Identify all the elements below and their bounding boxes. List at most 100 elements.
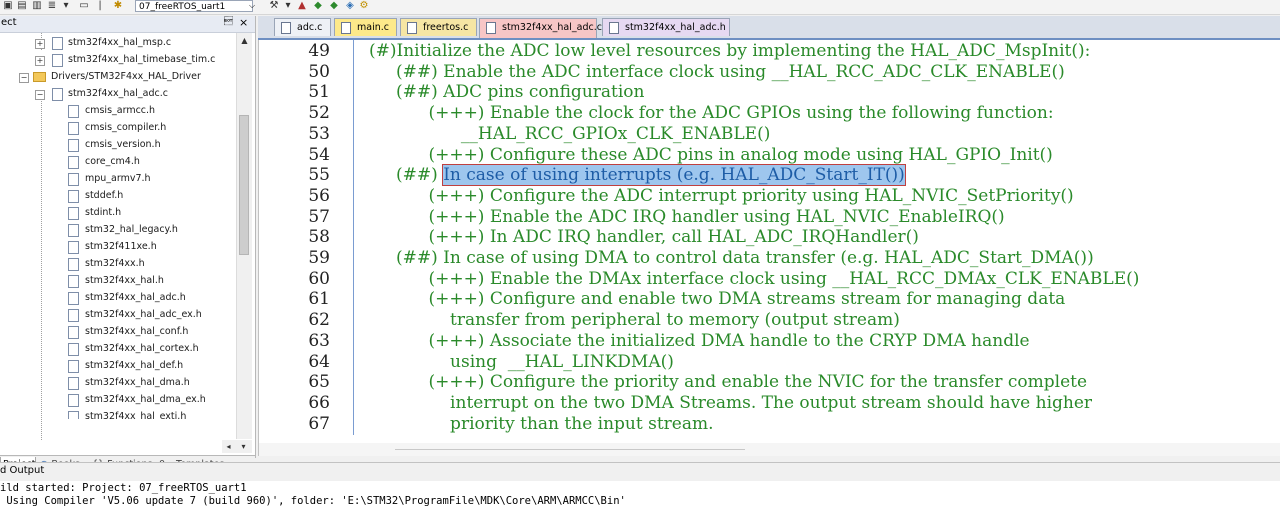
tree-item-file[interactable]: + stm32f4xx_hal_timebase_tim.c — [0, 52, 236, 69]
editor-horizontal-scrollbar[interactable] — [259, 443, 1280, 456]
h-file-icon — [68, 343, 79, 356]
tree-item-header[interactable]: stm32f4xx_hal_cortex.h — [0, 341, 236, 358]
code-line: using __HAL_LINKDMA() — [369, 351, 674, 372]
pack-installer-icon[interactable]: ◆ — [312, 1, 324, 11]
line-number: 66 — [308, 392, 330, 413]
tree-item-label: stm32f4xx_hal_cortex.h — [85, 343, 199, 354]
line-number: 63 — [308, 330, 330, 351]
tree-item-header[interactable]: cmsis_version.h — [0, 137, 236, 154]
h-file-icon — [68, 105, 79, 118]
line-number: 53 — [308, 123, 330, 144]
code-editor[interactable]: 49 50 51 52 53 54 55 56 57 58 59 60 61 6… — [258, 40, 1280, 456]
tree-item-folder[interactable]: − Drivers/STM32F4xx_HAL_Driver — [0, 69, 236, 86]
tree-item-label: cmsis_compiler.h — [85, 122, 167, 133]
scroll-left-icon[interactable]: ◂ — [222, 440, 235, 453]
target-select[interactable]: 07_freeRTOS_uart1 — [135, 0, 253, 12]
tree-item-header[interactable]: cmsis_compiler.h — [0, 120, 236, 137]
expand-icon[interactable]: + — [35, 39, 45, 49]
h-file-icon — [68, 190, 79, 203]
line-number: 67 — [308, 413, 330, 434]
tree-item-header[interactable]: stm32f4xx_hal_conf.h — [0, 324, 236, 341]
line-number: 51 — [308, 82, 330, 103]
tab-main-c[interactable]: main.c — [334, 18, 397, 36]
h-file-icon — [609, 22, 619, 34]
c-file-icon — [281, 22, 291, 34]
tree-item-label: stm32f4xx_hal_def.h — [85, 360, 184, 371]
tree-item-header[interactable]: stm32f4xx_hal_dma.h — [0, 375, 236, 392]
c-file-icon — [407, 22, 417, 34]
h-file-icon — [68, 275, 79, 288]
tree-item-header[interactable]: stm32f4xx_hal_exti.h — [0, 409, 236, 419]
batch-build-icon[interactable]: ▣ — [2, 1, 14, 11]
selected-text[interactable]: In case of using interrupts (e.g. HAL_AD… — [442, 164, 906, 187]
window-icon[interactable]: ▭ — [78, 1, 90, 11]
tree-item-header[interactable]: cmsis_armcc.h — [0, 103, 236, 120]
tree-item-label: stm32f4xx_hal.h — [85, 275, 164, 286]
download-icon[interactable]: ▤ — [16, 1, 28, 11]
line-number: 65 — [308, 372, 330, 393]
line-number: 64 — [308, 351, 330, 372]
tree-item-header[interactable]: core_cm4.h — [0, 154, 236, 171]
expand-icon[interactable]: + — [35, 56, 45, 66]
code-line: __HAL_RCC_GPIOx_CLK_ENABLE() — [369, 123, 771, 144]
tree-item-header[interactable]: stm32f4xx_hal_def.h — [0, 358, 236, 375]
tree-item-file[interactable]: − stm32f4xx_hal_adc.c — [0, 86, 236, 103]
tree-item-header[interactable]: stm32f4xx_hal_dma_ex.h — [0, 392, 236, 409]
tree-item-header[interactable]: stm32_hal_legacy.h — [0, 222, 236, 239]
collapse-icon[interactable]: − — [35, 90, 45, 100]
tree-vertical-scrollbar[interactable]: ▲ — [236, 33, 252, 439]
tab-label: adc.c — [297, 22, 323, 33]
scroll-up-icon[interactable]: ▲ — [238, 34, 251, 47]
select-packs-icon[interactable]: ◆ — [328, 1, 340, 11]
tab-stm32f4xx-hal-adc-h[interactable]: stm32f4xx_hal_adc.h — [602, 18, 730, 36]
h-file-icon — [68, 224, 79, 237]
tree-item-header[interactable]: stm32f4xx_hal.h — [0, 273, 236, 290]
tree-item-header[interactable]: stm32f4xx.h — [0, 256, 236, 273]
components-icon[interactable]: ◈ — [344, 1, 356, 11]
tree-item-header[interactable]: stm32f411xe.h — [0, 239, 236, 256]
output-panel-title: d Output — [0, 465, 45, 476]
tree-item-header[interactable]: stm32f4xx_hal_adc_ex.h — [0, 307, 236, 324]
code-line: (+++) Configure the ADC interrupt priori… — [369, 185, 1074, 206]
h-file-icon — [68, 377, 79, 390]
chevron-down-icon[interactable]: ⌵ — [246, 0, 258, 12]
h-file-icon — [68, 326, 79, 339]
stack-icon[interactable]: ≣ — [46, 1, 58, 11]
code-line: (##) Enable the ADC interface clock usin… — [369, 61, 1065, 82]
close-icon[interactable]: × — [239, 16, 248, 29]
tree-item-header[interactable]: stm32f4xx_hal_adc.h — [0, 290, 236, 307]
dropdown-icon[interactable]: ▾ — [60, 1, 72, 11]
project-panel-header: ect  × — [0, 16, 255, 33]
tree-item-label: stm32f4xx_hal_conf.h — [85, 326, 189, 337]
scroll-down-icon[interactable]: ▾ — [237, 440, 250, 453]
wand-icon[interactable]: ⚒ — [268, 1, 280, 11]
dropdown-icon[interactable]: ▾ — [282, 1, 294, 11]
tree-item-header[interactable]: stddef.h — [0, 188, 236, 205]
tree-item-header[interactable]: stdint.h — [0, 205, 236, 222]
code-line: (+++) Configure and enable two DMA strea… — [369, 289, 1066, 310]
code-line: (+++) Associate the initialized DMA hand… — [369, 330, 1030, 351]
tab-label: stm32f4xx_hal_adc.h — [625, 22, 726, 33]
tree-item-label: stm32f4xx_hal_timebase_tim.c — [68, 54, 216, 65]
line-number: 50 — [308, 61, 330, 82]
output-line: ild started: Project: 07_freeRTOS_uart1 — [0, 482, 247, 494]
tree-item-header[interactable]: mpu_armv7.h — [0, 171, 236, 188]
code-line: (+++) Enable the clock for the ADC GPIOs… — [369, 103, 1054, 124]
manage-icon[interactable]: ▲ — [296, 1, 308, 11]
build-output[interactable]: ild started: Project: 07_freeRTOS_uart1 … — [0, 481, 1280, 506]
line-number: 55 — [308, 165, 330, 186]
target-options-icon[interactable]: ✱ — [112, 1, 124, 11]
settings-icon[interactable]: ⚙ — [358, 1, 370, 11]
tree-item-file[interactable]: + stm32f4xx_hal_msp.c — [0, 35, 236, 52]
h-file-icon — [68, 411, 79, 419]
pin-icon[interactable]:  — [224, 17, 233, 27]
scrollbar-thumb[interactable] — [239, 115, 249, 255]
h-file-icon — [68, 207, 79, 220]
code-line: interrupt on the two DMA Streams. The ou… — [369, 392, 1093, 413]
line-number: 52 — [308, 103, 330, 124]
options-icon[interactable]: ▥ — [31, 1, 43, 11]
collapse-icon[interactable]: − — [19, 73, 29, 83]
tab-adc-c[interactable]: adc.c — [274, 18, 331, 36]
tab-stm32f4xx-hal-adc-c[interactable]: stm32f4xx_hal_adc.c — [479, 18, 602, 38]
tab-freertos-c[interactable]: freertos.c — [400, 18, 477, 36]
